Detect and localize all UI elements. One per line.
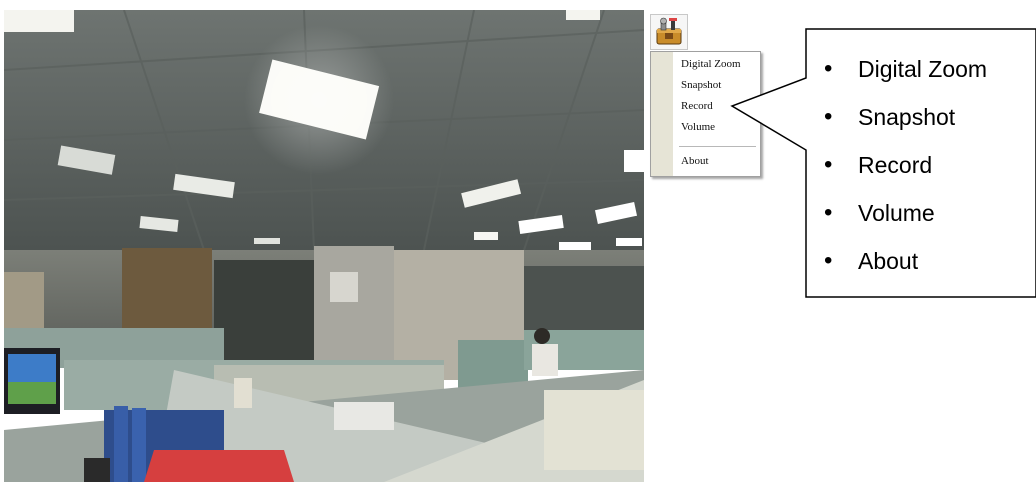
menu-item-about[interactable]: About: [681, 155, 709, 167]
menu-item-digital-zoom[interactable]: Digital Zoom: [681, 58, 741, 70]
plugin-toolbox-icon: [656, 17, 682, 45]
callout-item-about: • About: [824, 232, 987, 280]
bullet-icon: •: [824, 247, 833, 274]
callout-item-record: • Record: [824, 136, 987, 184]
menu-item-volume[interactable]: Volume: [681, 121, 715, 133]
plugin-menu-button[interactable]: [650, 14, 688, 50]
callout-item-volume: • Volume: [824, 184, 987, 232]
office-scene-image: [4, 10, 644, 482]
menu-separator: [679, 146, 756, 147]
menu-item-snapshot[interactable]: Snapshot: [681, 79, 721, 91]
camera-view[interactable]: [4, 10, 644, 482]
menu-icon-strip: [651, 52, 673, 176]
callout-list: • Digital Zoom • Snapshot • Record • Volume …: [824, 40, 987, 280]
context-menu: Digital Zoom Snapshot Record Volume Abou…: [650, 51, 761, 177]
menu-item-record[interactable]: Record: [681, 100, 713, 112]
callout-item-snapshot: • Snapshot: [824, 88, 987, 136]
callout-item-digital-zoom: • Digital Zoom: [824, 40, 987, 88]
